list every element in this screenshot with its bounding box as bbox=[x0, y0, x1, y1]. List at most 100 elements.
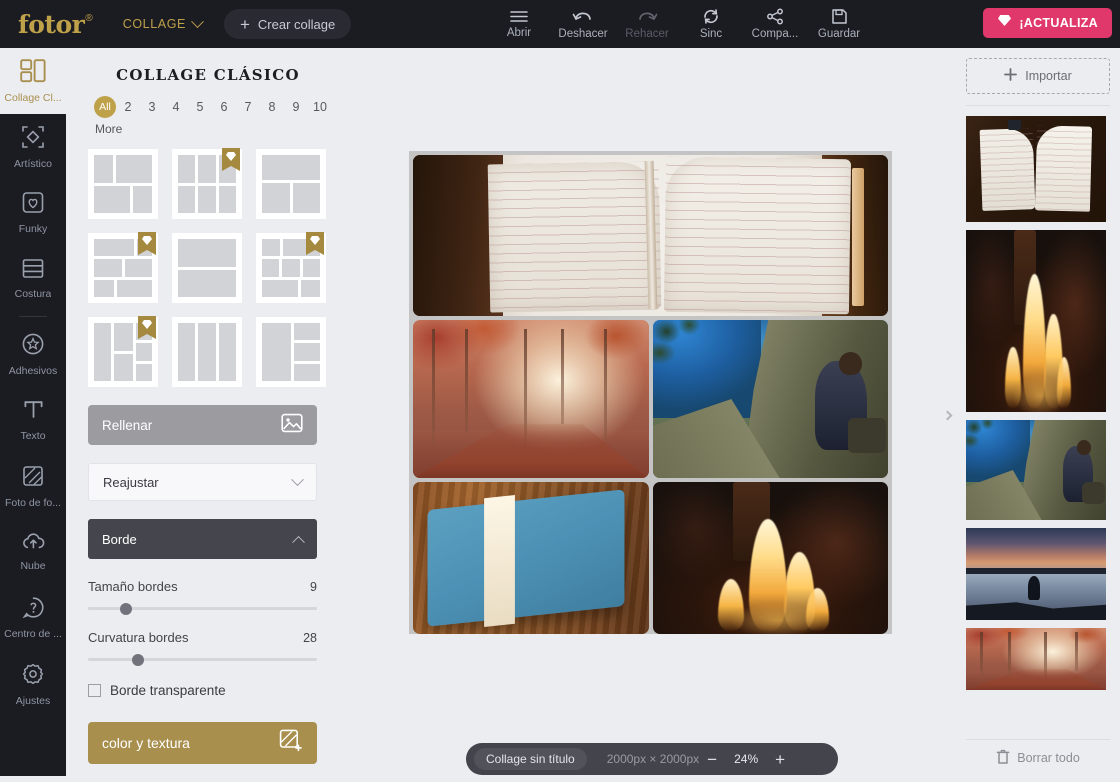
sidebar-item-foto-de-fondo[interactable]: Foto de fo... bbox=[0, 453, 66, 519]
sync-button[interactable]: Sinc bbox=[679, 0, 743, 48]
upgrade-button[interactable]: ¡ACTUALIZA bbox=[983, 8, 1112, 38]
create-collage-button[interactable]: + Crear collage bbox=[223, 9, 352, 39]
slider-track[interactable] bbox=[88, 653, 317, 666]
save-button[interactable]: Guardar bbox=[807, 0, 871, 48]
template-thumb[interactable] bbox=[172, 233, 242, 303]
clear-all-button[interactable]: Borrar todo bbox=[966, 742, 1110, 774]
save-label: Guardar bbox=[817, 28, 861, 40]
text-t-icon bbox=[22, 398, 45, 426]
template-thumb[interactable] bbox=[88, 149, 158, 219]
artistic-diamond-icon bbox=[21, 125, 45, 154]
logo-registered-mark: ® bbox=[85, 12, 93, 24]
slider-track[interactable] bbox=[88, 602, 317, 615]
sidebar-item-costura[interactable]: Costura bbox=[0, 246, 66, 312]
slider-value: 28 bbox=[303, 631, 317, 645]
zoom-in-button[interactable]: + bbox=[767, 751, 793, 768]
fill-button[interactable]: Rellenar bbox=[88, 405, 317, 445]
checkbox-icon[interactable] bbox=[88, 684, 101, 697]
sidebar-item-texto[interactable]: Texto bbox=[0, 387, 66, 453]
sidebar-item-collage-clasico[interactable]: Collage Cl... bbox=[0, 48, 66, 114]
library-thumb-fire[interactable] bbox=[966, 230, 1106, 412]
fotor-collage-editor: fotor ® COLLAGE + Crear collage Abrir De… bbox=[0, 0, 1120, 782]
document-title-text: Collage sin título bbox=[486, 752, 575, 766]
mode-dropdown-collage[interactable]: COLLAGE bbox=[123, 14, 204, 31]
collage-templates-panel: COLLAGE CLÁSICO All 2 3 4 5 6 7 8 9 10 M… bbox=[66, 48, 350, 782]
library-thumb-notebook-open[interactable] bbox=[966, 116, 1106, 222]
chevron-down-icon bbox=[291, 472, 304, 486]
collage-cell-climber[interactable] bbox=[652, 320, 888, 478]
template-thumb[interactable] bbox=[256, 149, 326, 219]
template-thumb[interactable] bbox=[88, 316, 158, 387]
collage-cell-blue-notebook[interactable] bbox=[413, 482, 649, 634]
sidebar-item-label: Centro de ... bbox=[4, 628, 62, 640]
sidebar-item-centro-de-ayuda[interactable]: Centro de ... bbox=[0, 585, 66, 651]
save-icon bbox=[831, 8, 848, 25]
sidebar-divider bbox=[19, 316, 47, 317]
fit-mode-select[interactable]: Reajustar bbox=[88, 463, 317, 501]
library-thumb-sunset[interactable] bbox=[966, 528, 1106, 620]
count-filter-5[interactable]: 5 bbox=[188, 100, 212, 114]
slider-value: 9 bbox=[310, 580, 317, 594]
count-filter-3[interactable]: 3 bbox=[140, 100, 164, 114]
photo-library-panel: Importar Borrar todo bbox=[956, 48, 1120, 782]
panel-collapse-handle[interactable] bbox=[937, 378, 957, 452]
help-question-icon bbox=[21, 596, 45, 624]
sidebar-item-nube[interactable]: Nube bbox=[0, 519, 66, 585]
collage-cell-notebook-open[interactable] bbox=[413, 155, 888, 316]
fotor-logo[interactable]: fotor ® bbox=[18, 12, 93, 37]
collage-row-2 bbox=[413, 320, 888, 478]
slider-knob[interactable] bbox=[131, 653, 144, 666]
share-label: Compa... bbox=[751, 28, 799, 40]
sidebar-item-label: Foto de fo... bbox=[4, 496, 62, 509]
collage-cell-autumn-forest[interactable] bbox=[413, 320, 649, 478]
plus-icon: + bbox=[239, 14, 250, 34]
chevron-down-icon bbox=[191, 14, 204, 28]
import-button[interactable]: Importar bbox=[966, 58, 1110, 94]
sidebar-item-label: Ajustes bbox=[15, 694, 51, 707]
redo-button[interactable]: Rehacer bbox=[615, 0, 679, 48]
collage-canvas[interactable] bbox=[409, 151, 892, 634]
transparent-border-checkbox-row[interactable]: Borde transparente bbox=[88, 683, 350, 698]
sidebar-item-ajustes[interactable]: Ajustes bbox=[0, 651, 66, 717]
plus-icon bbox=[1004, 68, 1018, 84]
zoom-out-button[interactable]: − bbox=[699, 751, 725, 768]
template-thumb[interactable] bbox=[172, 148, 242, 219]
count-filter-6[interactable]: 6 bbox=[212, 100, 236, 114]
count-filter-9[interactable]: 9 bbox=[284, 100, 308, 114]
template-thumb[interactable] bbox=[88, 232, 158, 303]
slider-knob[interactable] bbox=[120, 602, 133, 615]
sidebar-item-funky[interactable]: Funky bbox=[0, 180, 66, 246]
count-filter-all[interactable]: All bbox=[94, 96, 116, 118]
template-thumb[interactable] bbox=[256, 317, 326, 387]
trash-icon bbox=[996, 749, 1010, 768]
photo-person-climbing-rock bbox=[966, 420, 1106, 520]
bottom-strip bbox=[0, 776, 1120, 782]
library-thumb-climber[interactable] bbox=[966, 420, 1106, 520]
share-button[interactable]: Compa... bbox=[743, 0, 807, 48]
sidebar-item-adhesivos[interactable]: Adhesivos bbox=[0, 321, 66, 387]
template-thumb[interactable] bbox=[256, 232, 326, 303]
share-icon bbox=[766, 8, 784, 25]
collage-row-3 bbox=[413, 482, 888, 634]
sync-icon bbox=[702, 8, 720, 25]
template-thumb[interactable] bbox=[172, 317, 242, 387]
count-filter-4[interactable]: 4 bbox=[164, 100, 188, 114]
count-filter-10[interactable]: 10 bbox=[308, 100, 332, 114]
count-filter-7[interactable]: 7 bbox=[236, 100, 260, 114]
more-filters-link[interactable]: More bbox=[66, 118, 350, 136]
collage-cell-fire[interactable] bbox=[652, 482, 888, 634]
document-title-input[interactable]: Collage sin título bbox=[474, 748, 587, 770]
border-section-header[interactable]: Borde bbox=[88, 519, 317, 559]
undo-button[interactable]: Deshacer bbox=[551, 0, 615, 48]
photo-campfire-flames bbox=[966, 230, 1106, 412]
panel-divider-bottom bbox=[966, 739, 1110, 740]
photo-open-lined-notebook bbox=[413, 155, 888, 316]
color-and-texture-button[interactable]: color y textura bbox=[88, 722, 317, 764]
library-thumb-forest[interactable] bbox=[966, 628, 1106, 690]
count-filter-8[interactable]: 8 bbox=[260, 100, 284, 114]
sidebar-item-artistico[interactable]: Artístico bbox=[0, 114, 66, 180]
count-filter-2[interactable]: 2 bbox=[116, 100, 140, 114]
open-button[interactable]: Abrir bbox=[487, 0, 551, 48]
template-grid bbox=[66, 136, 328, 387]
left-sidebar: Collage Cl... Artístico Funky Costura Ad… bbox=[0, 48, 66, 782]
